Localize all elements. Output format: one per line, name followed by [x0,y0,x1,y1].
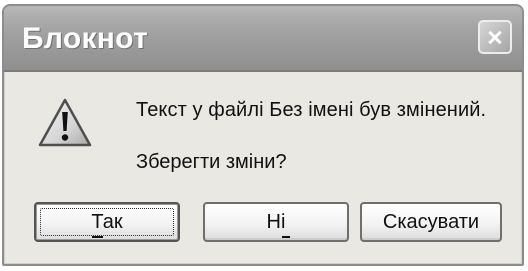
cancel-label: Скасувати [382,210,480,233]
accelerator-underline [92,236,103,238]
yes-button[interactable]: Так [34,202,180,242]
title-bar: Блокнот [4,6,522,72]
cancel-button[interactable]: Скасувати [360,202,502,242]
question-text: Зберегти зміни? [136,151,287,173]
warning-icon [38,98,92,147]
close-button[interactable] [478,20,512,54]
window-title: Блокнот [22,22,149,55]
no-button[interactable]: Ні [203,202,349,242]
yes-label: Так [91,210,123,233]
message-text: Текст у файлі Без імені був змінений. [136,99,487,121]
accelerator-underline [282,236,290,238]
no-label: Ні [266,210,286,233]
dialog-body: Текст у файлі Без імені був змінений. Зб… [4,72,522,264]
save-changes-dialog: Блокнот Текст у файлі Без імені був змін… [2,4,524,266]
